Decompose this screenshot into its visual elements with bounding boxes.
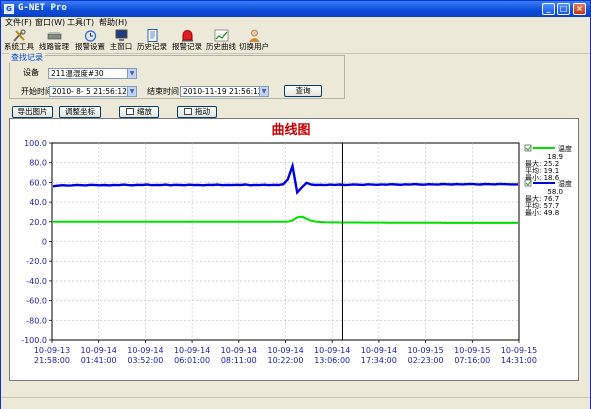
x-tick-date: 10-09-15 xyxy=(454,346,490,355)
menu-tools[interactable]: 工具(T) xyxy=(67,17,94,28)
toolbar-label: 切换用户 xyxy=(239,42,269,51)
y-tick-label: 0 xyxy=(42,238,47,247)
chevron-down-icon[interactable]: ▼ xyxy=(127,69,136,78)
x-tick-time: 06:01:00 xyxy=(174,356,210,365)
app-window: G G-NET Pro _ □ × 文件(F) 窗口(W) 工具(T) 帮助(H… xyxy=(0,0,591,409)
pan-button[interactable]: 拖动 xyxy=(177,106,217,118)
query-button[interactable]: 查询 xyxy=(284,85,322,97)
y-tick-label: -40.0 xyxy=(26,277,47,286)
toolbar-history-curve[interactable]: 历史曲线 xyxy=(205,28,237,54)
toolbar-label: 报警记录 xyxy=(172,42,202,51)
y-tick-label: 20.0 xyxy=(29,218,47,227)
toolbar-history-records[interactable]: 历史记录 xyxy=(135,28,169,54)
pan-label: 拖动 xyxy=(195,107,210,116)
toolbar: 系统工具 线路管理 报警设置 主窗口 历史记录 报警记录 历史曲线 切换用户 xyxy=(1,28,590,54)
line-manage-icon xyxy=(47,32,61,40)
zoom-button[interactable]: 缩放 xyxy=(119,106,159,118)
y-tick-label: 40.0 xyxy=(29,198,47,207)
curve-icon xyxy=(214,29,228,42)
y-tick-label: -80.0 xyxy=(26,316,47,325)
document-icon xyxy=(147,29,157,42)
x-tick-time: 17:34:00 xyxy=(361,356,397,365)
toolbar-alarm-records[interactable]: 报警记录 xyxy=(171,28,203,54)
legend-series-name: 温度 xyxy=(558,144,572,153)
start-time-picker[interactable]: 2010- 8- 5 21:56:12 ▼ xyxy=(49,86,137,97)
chevron-down-icon[interactable]: ▼ xyxy=(127,87,136,96)
x-tick-time: 10:22:00 xyxy=(268,356,304,365)
x-tick-date: 10-09-14 xyxy=(81,346,117,355)
x-tick-time: 21:58:00 xyxy=(34,356,70,365)
toolbar-label: 报警设置 xyxy=(75,42,105,51)
zoom-label: 缩放 xyxy=(137,107,152,116)
user-icon xyxy=(248,29,260,42)
pan-icon xyxy=(184,108,192,115)
end-time-picker[interactable]: 2010-11-19 21:56:12 ▼ xyxy=(180,86,269,97)
toolbar-label: 系统工具 xyxy=(4,42,34,51)
export-image-button[interactable]: 导出图片 xyxy=(12,106,53,118)
siren-icon xyxy=(181,30,193,42)
adjust-axis-button[interactable]: 调整坐标 xyxy=(59,106,101,118)
monitor-icon xyxy=(115,29,127,41)
end-time-label: 结束时间 xyxy=(147,87,179,96)
y-tick-label: 60.0 xyxy=(29,178,47,187)
device-label: 设备 xyxy=(23,68,39,77)
legend-series-name: 湿度 xyxy=(558,179,572,188)
device-select[interactable]: 211温湿度#30 ▼ xyxy=(48,68,137,79)
maximize-button[interactable]: □ xyxy=(557,3,570,15)
x-tick-time: 14:31:00 xyxy=(501,356,537,365)
menu-file[interactable]: 文件(F) xyxy=(5,17,32,28)
x-tick-date: 10-09-14 xyxy=(267,346,303,355)
status-bar xyxy=(1,397,590,409)
window-title: G-NET Pro xyxy=(18,3,67,13)
toolbar-switch-user[interactable]: 切换用户 xyxy=(239,28,269,54)
tools-icon xyxy=(12,29,26,42)
toolbar-label: 主窗口 xyxy=(109,42,133,51)
menu-help[interactable]: 帮助(H) xyxy=(99,17,127,28)
x-tick-time: 13:06:00 xyxy=(314,356,350,365)
app-icon: G xyxy=(4,4,14,14)
x-tick-date: 10-09-13 xyxy=(34,346,70,355)
x-tick-date: 10-09-14 xyxy=(314,346,350,355)
toolbar-line-manage[interactable]: 线路管理 xyxy=(37,28,71,54)
x-tick-time: 08:11:00 xyxy=(221,356,257,365)
zoom-icon xyxy=(126,108,134,115)
query-group-title: 查找记录 xyxy=(9,53,45,63)
y-tick-label: -60.0 xyxy=(26,297,47,306)
x-tick-time: 02:23:00 xyxy=(408,356,444,365)
legend-stat: 最小: 49.8 xyxy=(525,208,559,217)
alarm-clock-icon xyxy=(84,30,96,42)
y-tick-label: -20.0 xyxy=(26,257,47,266)
x-tick-date: 10-09-14 xyxy=(174,346,210,355)
history-curve-chart[interactable]: 100.0 80.0 60.0 40.0 20.0 0 -20.0 -40.0 -60.0 -80… xyxy=(9,118,579,381)
x-tick-date: 10-09-14 xyxy=(361,346,397,355)
x-tick-date: 10-09-14 xyxy=(127,346,163,355)
toolbar-label: 历史曲线 xyxy=(206,42,236,51)
toolbar-main-window[interactable]: 主窗口 xyxy=(109,28,133,54)
start-time-value: 2010- 8- 5 21:56:12 xyxy=(52,87,127,96)
toolbar-system-tools[interactable]: 系统工具 xyxy=(3,28,35,54)
minimize-button[interactable]: _ xyxy=(542,3,555,15)
y-tick-label: 100.0 xyxy=(24,139,47,148)
x-tick-time: 07:16:00 xyxy=(454,356,490,365)
toolbar-label: 历史记录 xyxy=(137,42,167,51)
y-tick-label: -100.0 xyxy=(21,336,47,345)
title-bar[interactable]: G G-NET Pro _ □ × xyxy=(1,1,590,17)
x-tick-date: 10-09-15 xyxy=(407,346,443,355)
x-tick-time: 01:41:00 xyxy=(81,356,117,365)
toolbar-label: 线路管理 xyxy=(39,42,69,51)
x-tick-time: 03:52:00 xyxy=(127,356,163,365)
chevron-down-icon[interactable]: ▼ xyxy=(259,87,268,96)
close-button[interactable]: × xyxy=(573,3,586,15)
y-tick-label: 80.0 xyxy=(29,159,47,168)
toolbar-alarm-settings[interactable]: 报警设置 xyxy=(73,28,107,54)
menu-bar: 文件(F) 窗口(W) 工具(T) 帮助(H) xyxy=(1,17,590,28)
end-time-value: 2010-11-19 21:56:12 xyxy=(183,87,263,96)
x-tick-date: 10-09-14 xyxy=(221,346,257,355)
x-tick-date: 10-09-15 xyxy=(501,346,537,355)
menu-window[interactable]: 窗口(W) xyxy=(35,17,65,28)
device-select-value: 211温湿度#30 xyxy=(51,69,104,78)
